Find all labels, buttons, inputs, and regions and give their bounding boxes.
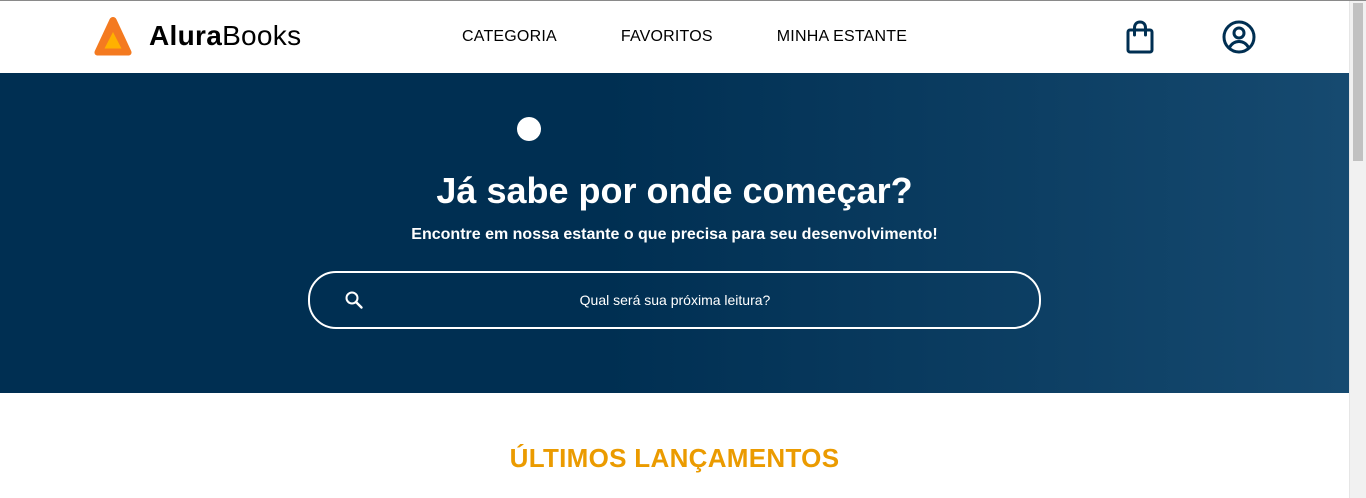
hero-title: Já sabe por onde começar?	[436, 170, 913, 211]
user-profile-button[interactable]	[1222, 19, 1256, 55]
alurabooks-logo-icon	[94, 17, 132, 56]
shopping-bag-button[interactable]	[1123, 19, 1157, 55]
logo[interactable]: AluraBooks	[93, 15, 301, 57]
logo-name-bold: Alura	[149, 20, 223, 51]
logo-wordmark: AluraBooks	[149, 22, 301, 50]
nav-item-favoritos[interactable]: FAVORITOS	[621, 28, 713, 46]
scrollbar-thumb[interactable]	[1353, 3, 1363, 161]
user-profile-icon	[1222, 20, 1256, 54]
page: AluraBooks CATEGORIA FAVORITOS MINHA EST…	[0, 0, 1366, 498]
search-input[interactable]	[380, 283, 970, 317]
nav-item-minha-estante[interactable]: MINHA ESTANTE	[777, 28, 907, 46]
decorative-dot	[517, 117, 541, 141]
logo-name-light: Books	[222, 20, 302, 51]
site-header: AluraBooks CATEGORIA FAVORITOS MINHA EST…	[0, 1, 1349, 73]
main-nav: CATEGORIA FAVORITOS MINHA ESTANTE	[462, 27, 907, 47]
releases-title: ÚLTIMOS LANÇAMENTOS	[509, 443, 840, 473]
search-icon[interactable]	[344, 290, 364, 310]
search-bar[interactable]	[308, 271, 1041, 329]
hero-banner: Já sabe por onde começar? Encontre em no…	[0, 73, 1349, 393]
nav-item-categoria[interactable]: CATEGORIA	[462, 28, 557, 46]
vertical-scrollbar[interactable]	[1349, 1, 1366, 498]
hero-subtitle: Encontre em nossa estante o que precisa …	[411, 226, 938, 243]
viewport: AluraBooks CATEGORIA FAVORITOS MINHA EST…	[0, 1, 1349, 498]
shopping-bag-icon	[1126, 20, 1154, 54]
